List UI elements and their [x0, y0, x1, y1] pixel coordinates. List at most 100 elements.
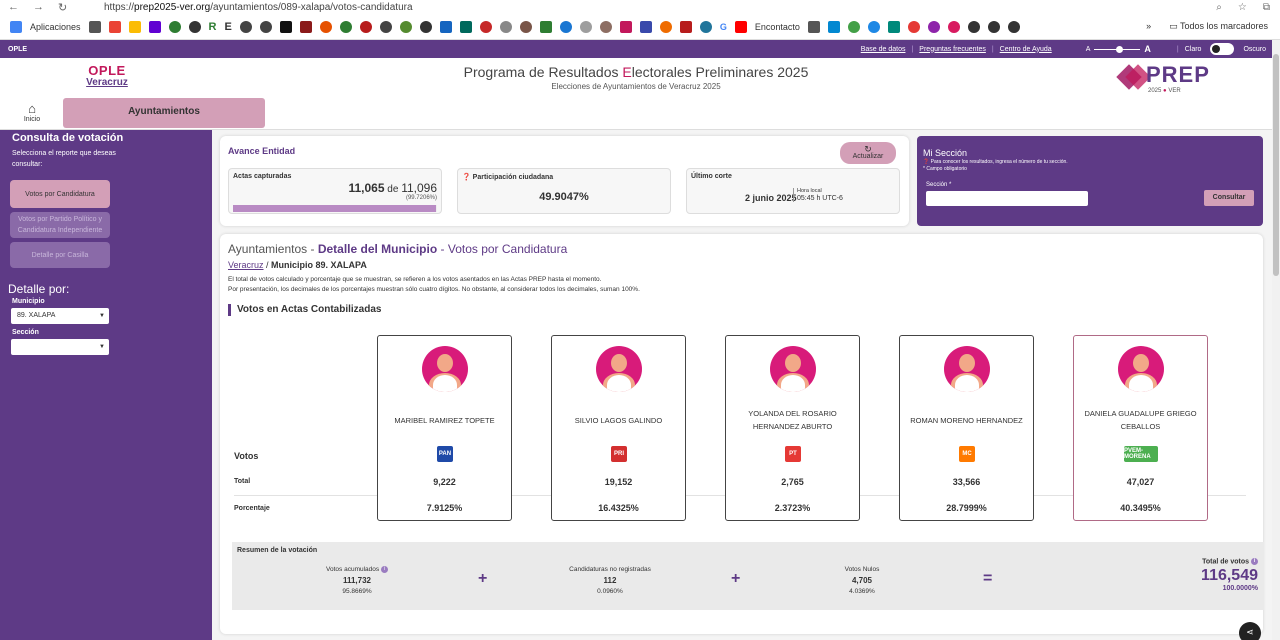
- bookmark-e[interactable]: E: [224, 21, 231, 33]
- scrollbar[interactable]: [1272, 40, 1280, 640]
- apps-icon[interactable]: [10, 20, 22, 33]
- bookmark-icon[interactable]: [239, 20, 252, 33]
- btn-detalle-casilla[interactable]: Detalle por Casilla: [10, 242, 110, 268]
- bookmark-icon[interactable]: [639, 20, 652, 33]
- youtube-icon[interactable]: [734, 20, 747, 33]
- yahoo-icon[interactable]: [148, 20, 161, 33]
- bookmark-icon[interactable]: [987, 20, 1000, 33]
- bookmark-icon[interactable]: [379, 20, 392, 33]
- bookmark-icon[interactable]: [339, 20, 352, 33]
- share-button[interactable]: ⋖: [1239, 622, 1261, 640]
- party-logo-pan: PAN: [437, 446, 453, 462]
- extensions-icon[interactable]: ⧉: [1263, 2, 1270, 13]
- bookmark-icon[interactable]: [299, 20, 312, 33]
- bookmark-icon[interactable]: [579, 20, 592, 33]
- bookmark-icon[interactable]: [439, 20, 452, 33]
- bookmarks-bar: Aplicaciones R E G Encontacto » ▭ Todos …: [0, 14, 1280, 40]
- star-icon[interactable]: ☆: [1238, 2, 1247, 13]
- bookmark-icon[interactable]: [1007, 20, 1020, 33]
- bookmark-icon[interactable]: [188, 20, 201, 33]
- chevron-right-icon[interactable]: »: [1146, 21, 1151, 32]
- btn-votos-candidatura[interactable]: Votos por Candidatura: [10, 180, 110, 208]
- bookmark-icon[interactable]: [619, 20, 632, 33]
- bookmark-icon[interactable]: [867, 20, 880, 33]
- bookmark-icon[interactable]: [319, 20, 332, 33]
- tab-inicio-label: Inicio: [23, 116, 41, 123]
- gmail-icon[interactable]: [108, 20, 121, 33]
- bookmark-icon[interactable]: [519, 20, 532, 33]
- bookmark-icon[interactable]: [827, 20, 840, 33]
- bookmark-icon[interactable]: [359, 20, 372, 33]
- consultar-button[interactable]: Consultar: [1204, 190, 1254, 206]
- bookmark-encontacto[interactable]: Encontacto: [755, 22, 800, 32]
- actas-progress-fill: [233, 205, 437, 212]
- link-base-de-datos[interactable]: Base de datos: [861, 46, 906, 53]
- avatar: [770, 346, 816, 392]
- divider: |: [991, 45, 994, 53]
- font-size-slider[interactable]: [1094, 45, 1141, 53]
- bookmark-icon[interactable]: [679, 20, 692, 33]
- bookmark-icon[interactable]: [279, 20, 292, 33]
- bookmark-icon[interactable]: [659, 20, 672, 33]
- bookmark-icon[interactable]: [599, 20, 612, 33]
- seccion-input[interactable]: [926, 191, 1088, 206]
- municipio-select[interactable]: 89. XALAPA ▼: [11, 308, 109, 324]
- bookmark-g[interactable]: G: [720, 22, 727, 32]
- seccion-select[interactable]: ▼: [11, 339, 109, 355]
- bookmark-r[interactable]: R: [209, 21, 217, 33]
- bookmark-icon[interactable]: [947, 20, 960, 33]
- bookmark-icon[interactable]: [128, 20, 141, 33]
- info-icon[interactable]: i: [380, 565, 388, 573]
- candidate-pct: 40.3495%: [1120, 503, 1161, 513]
- bookmark-icon[interactable]: [927, 20, 940, 33]
- resumen-votacion: Resumen de la votación Votos acumulados …: [232, 542, 1264, 610]
- info-icon[interactable]: i: [1251, 558, 1258, 565]
- bookmark-icon[interactable]: [847, 20, 860, 33]
- bookmark-icon[interactable]: [967, 20, 980, 33]
- tab-ayuntamientos[interactable]: Ayuntamientos: [63, 98, 265, 128]
- corte-stat: Último corte 2 junio 2025 Hora local 05:4…: [686, 168, 900, 214]
- bookmark-icon[interactable]: [479, 20, 492, 33]
- bookmark-apps[interactable]: Aplicaciones: [30, 22, 81, 32]
- bookmark-icon[interactable]: [887, 20, 900, 33]
- party-logo-pri: PRI: [611, 446, 627, 462]
- bookmark-icon[interactable]: [559, 20, 572, 33]
- all-bookmarks[interactable]: ▭ Todos los marcadores: [1169, 21, 1268, 32]
- zoom-icon[interactable]: ⌕: [1216, 2, 1222, 13]
- bookmark-icon[interactable]: [499, 20, 512, 33]
- btn-votos-partido[interactable]: Votos por Partido Político y Candidatura…: [10, 212, 110, 238]
- avatar: [422, 346, 468, 392]
- refresh-button[interactable]: ↻ Actualizar: [840, 142, 896, 164]
- back-icon[interactable]: ←: [8, 1, 19, 14]
- title-part: E: [622, 64, 632, 80]
- detalle-por-heading: Detalle por:: [8, 282, 70, 296]
- bookmark-icon[interactable]: [259, 20, 272, 33]
- forward-icon[interactable]: →: [33, 1, 44, 14]
- bookmark-icon[interactable]: [459, 20, 472, 33]
- link-preguntas-frecuentes[interactable]: Preguntas frecuentes: [919, 46, 986, 53]
- tab-inicio[interactable]: ⌂ Inicio: [18, 102, 46, 124]
- reload-icon[interactable]: ↻: [58, 1, 67, 14]
- bookmark-icon[interactable]: [399, 20, 412, 33]
- ople-mini-logo[interactable]: OPLE: [8, 46, 27, 53]
- url-field[interactable]: https://prep2025-ver.org/ayuntamientos/0…: [104, 2, 413, 13]
- theme-toggle[interactable]: [1210, 43, 1235, 55]
- scrollbar-thumb[interactable]: [1273, 54, 1279, 276]
- bookmark-icon[interactable]: [168, 20, 181, 33]
- bookmark-icon[interactable]: [907, 20, 920, 33]
- theme-dark-label: Oscuro: [1243, 45, 1266, 53]
- bookmark-icon[interactable]: [419, 20, 432, 33]
- breadcrumb-link-veracruz[interactable]: Veracruz: [228, 260, 264, 270]
- municipio-label: Municipio: [12, 298, 45, 305]
- bookmark-icon[interactable]: [539, 20, 552, 33]
- help-icon[interactable]: ❓: [462, 174, 471, 181]
- title-part: lectorales Preliminares 2025: [631, 64, 809, 80]
- wordpress-icon[interactable]: [699, 20, 712, 33]
- link-centro-de-ayuda[interactable]: Centro de Ayuda: [1000, 46, 1052, 53]
- bookmark-icon[interactable]: [807, 20, 820, 33]
- participacion-label: ❓ Participación ciudadana: [462, 174, 554, 181]
- participacion-value: 49.9047%: [539, 191, 589, 203]
- row-label-votos: Votos: [234, 451, 259, 461]
- grid-icon[interactable]: [88, 20, 101, 33]
- prep-logo[interactable]: PREP 2025 ● VER: [1116, 62, 1212, 96]
